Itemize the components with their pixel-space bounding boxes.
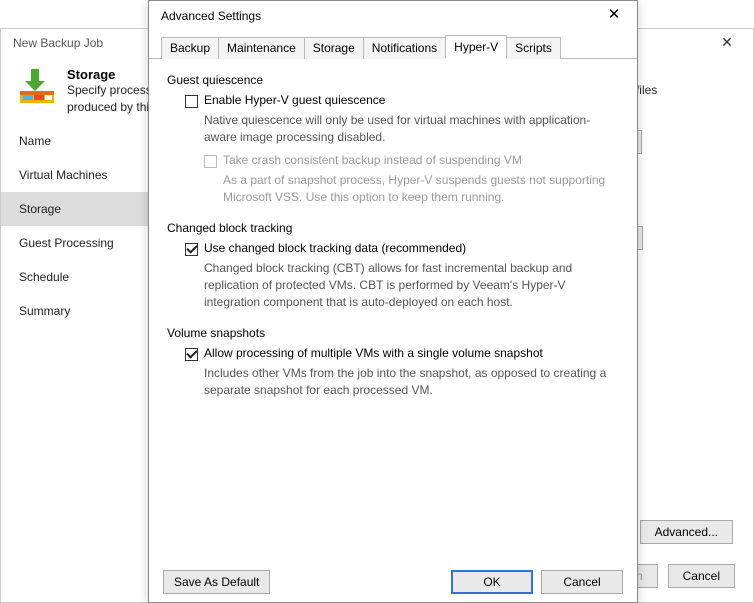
checkbox-enable-quiescence[interactable] [185, 95, 198, 108]
checkbox-use-cbt[interactable] [185, 243, 198, 256]
wizard-title: New Backup Job [13, 36, 103, 50]
dialog-footer: Save As Default OK Cancel [149, 562, 637, 602]
group-guest-quiescence: Guest quiescence Enable Hyper-V guest qu… [167, 73, 619, 207]
sidebar-item-schedule[interactable]: Schedule [1, 260, 151, 294]
group-title-snapshots: Volume snapshots [167, 326, 619, 340]
checkbox-crash-consistent [204, 155, 217, 168]
close-icon[interactable]: ✕ [709, 33, 745, 53]
dialog-titlebar: Advanced Settings ✕ [149, 1, 637, 31]
sidebar-item-summary[interactable]: Summary [1, 294, 151, 328]
label-allow-single-snapshot: Allow processing of multiple VMs with a … [204, 346, 543, 360]
help-enable-quiescence: Native quiescence will only be used for … [167, 112, 619, 147]
help-allow-single-snapshot: Includes other VMs from the job into the… [167, 365, 619, 400]
wizard-sidebar: Name Virtual Machines Storage Guest Proc… [1, 120, 151, 334]
label-enable-quiescence: Enable Hyper-V guest quiescence [204, 93, 385, 107]
advanced-settings-dialog: Advanced Settings ✕ Backup Maintenance S… [148, 0, 638, 603]
group-cbt: Changed block tracking Use changed block… [167, 221, 619, 312]
dialog-title: Advanced Settings [161, 9, 261, 23]
label-use-cbt: Use changed block tracking data (recomme… [204, 241, 466, 255]
sidebar-item-storage[interactable]: Storage [1, 192, 151, 226]
cancel-button[interactable]: Cancel [541, 570, 623, 594]
sidebar-item-guest-processing[interactable]: Guest Processing [1, 226, 151, 260]
sidebar-item-name[interactable]: Name [1, 124, 151, 158]
storage-icon [17, 67, 57, 116]
tab-scripts[interactable]: Scripts [506, 37, 561, 59]
tab-notifications[interactable]: Notifications [363, 37, 446, 59]
tab-maintenance[interactable]: Maintenance [218, 37, 305, 59]
group-title-cbt: Changed block tracking [167, 221, 619, 235]
sidebar-item-virtual-machines[interactable]: Virtual Machines [1, 158, 151, 192]
dialog-body: Guest quiescence Enable Hyper-V guest qu… [149, 59, 637, 422]
cancel-button[interactable]: Cancel [668, 564, 735, 588]
group-snapshots: Volume snapshots Allow processing of mul… [167, 326, 619, 400]
tab-hyper-v[interactable]: Hyper-V [445, 35, 507, 59]
close-icon[interactable]: ✕ [597, 5, 631, 27]
help-crash-consistent: As a part of snapshot process, Hyper-V s… [167, 172, 619, 207]
tabstrip: Backup Maintenance Storage Notifications… [149, 35, 637, 59]
save-as-default-button[interactable]: Save As Default [163, 570, 270, 594]
ok-button[interactable]: OK [451, 570, 533, 594]
tab-backup[interactable]: Backup [161, 37, 219, 59]
label-crash-consistent: Take crash consistent backup instead of … [223, 153, 522, 167]
tab-storage[interactable]: Storage [304, 37, 364, 59]
advanced-button[interactable]: Advanced... [640, 520, 733, 544]
help-use-cbt: Changed block tracking (CBT) allows for … [167, 260, 619, 312]
group-title-quiescence: Guest quiescence [167, 73, 619, 87]
checkbox-allow-single-snapshot[interactable] [185, 348, 198, 361]
